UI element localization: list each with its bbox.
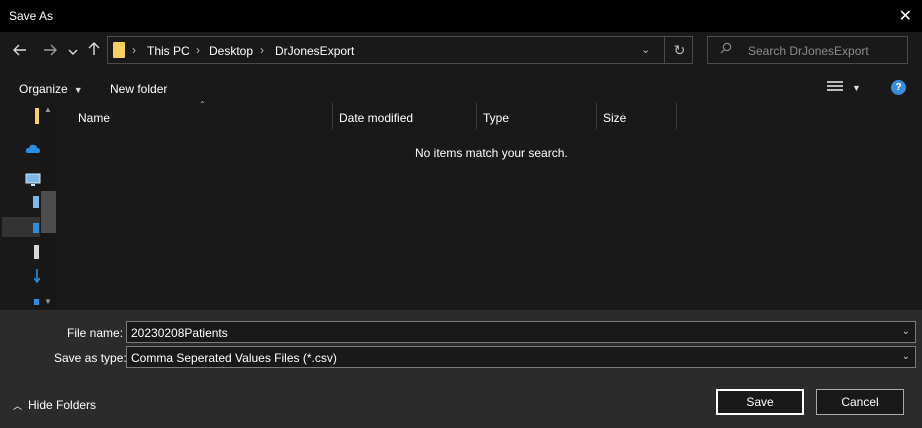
arrow-up-icon	[88, 42, 100, 55]
breadcrumb-separator-icon[interactable]: ›	[196, 43, 200, 57]
breadcrumb-separator-icon[interactable]: ›	[260, 43, 264, 57]
save-as-type-value: Comma Seperated Values Files (*.csv)	[131, 351, 337, 365]
nav-scrollbar-thumb[interactable]	[41, 191, 56, 233]
chevron-up-icon: ︿	[13, 401, 23, 411]
search-icon	[720, 42, 732, 57]
column-divider[interactable]	[596, 103, 597, 129]
file-name-value: 20230208Patients	[131, 326, 228, 340]
title-bar: Save As ✕	[0, 0, 922, 32]
empty-message: No items match your search.	[415, 146, 568, 160]
file-name-label: File name:	[67, 326, 124, 340]
window-title: Save As	[9, 9, 54, 23]
sort-ascending-icon: ⌃	[199, 100, 206, 109]
this-pc-icon[interactable]	[25, 173, 41, 190]
scroll-down-icon[interactable]: ▼	[44, 297, 52, 306]
organize-label: Organize	[19, 82, 68, 96]
chevron-down-icon	[68, 49, 78, 55]
search-box[interactable]: Search DrJonesExport	[707, 36, 908, 64]
navigation-pane[interactable]: ▲ ▼	[0, 103, 58, 309]
up-button[interactable]	[88, 42, 100, 59]
column-header-size[interactable]: Size	[603, 111, 626, 125]
address-bar[interactable]: › This PC › Desktop › DrJonesExport ⌄ ↻	[107, 36, 693, 64]
folder-icon	[113, 42, 125, 58]
scroll-up-icon[interactable]: ▲	[44, 105, 52, 114]
breadcrumb-separator-icon[interactable]: ›	[132, 43, 136, 57]
address-dropdown-icon[interactable]: ⌄	[641, 43, 650, 56]
documents-icon[interactable]	[34, 245, 39, 259]
breadcrumb-desktop[interactable]: Desktop	[209, 44, 253, 58]
view-dropdown-arrow-icon[interactable]: ▼	[852, 83, 861, 93]
column-header-name[interactable]: Name	[78, 111, 110, 125]
save-as-type-label: Save as type:	[54, 351, 127, 365]
back-button[interactable]	[13, 43, 27, 60]
downloads-icon[interactable]	[33, 269, 41, 286]
file-list[interactable]: ⌃ Name Date modified Type Size No items …	[60, 100, 922, 309]
arrow-right-icon	[44, 44, 57, 56]
onedrive-icon[interactable]	[25, 143, 41, 157]
help-icon[interactable]: ?	[891, 80, 906, 95]
command-bar: Organize ▼ New folder	[0, 74, 922, 102]
column-divider[interactable]	[332, 103, 333, 129]
search-placeholder: Search DrJonesExport	[748, 44, 869, 58]
breadcrumb-this-pc[interactable]: This PC	[147, 44, 190, 58]
desktop-icon[interactable]	[33, 223, 39, 233]
dropdown-arrow-icon: ▼	[73, 85, 83, 95]
file-name-input[interactable]: 20230208Patients ⌄	[126, 321, 916, 343]
view-options-icon[interactable]	[827, 79, 843, 93]
save-as-type-select[interactable]: Comma Seperated Values Files (*.csv) ⌄	[126, 346, 916, 368]
hide-folders-button[interactable]: ︿ Hide Folders	[13, 398, 96, 412]
column-divider[interactable]	[676, 103, 677, 129]
hide-folders-label: Hide Folders	[28, 398, 97, 412]
breadcrumb-drjonesexport[interactable]: DrJonesExport	[275, 44, 354, 58]
quick-access-folder-icon[interactable]	[35, 108, 39, 124]
close-icon[interactable]: ✕	[899, 6, 912, 26]
new-folder-button[interactable]: New folder	[110, 82, 167, 96]
refresh-icon[interactable]: ↻	[664, 37, 694, 63]
3d-objects-icon[interactable]	[33, 196, 39, 208]
arrow-left-icon	[13, 44, 26, 56]
column-divider[interactable]	[476, 103, 477, 129]
chevron-down-icon[interactable]: ⌄	[902, 326, 910, 337]
recent-locations-button[interactable]	[68, 45, 78, 59]
chevron-down-icon[interactable]: ⌄	[902, 351, 910, 362]
save-button[interactable]: Save	[716, 389, 804, 415]
save-form: File name: 20230208Patients ⌄ Save as ty…	[0, 310, 922, 428]
music-icon[interactable]	[34, 299, 39, 305]
column-header-date-modified[interactable]: Date modified	[339, 111, 413, 125]
organize-button[interactable]: Organize ▼	[19, 82, 83, 96]
cancel-button[interactable]: Cancel	[816, 389, 904, 415]
column-header-type[interactable]: Type	[483, 111, 509, 125]
forward-button[interactable]	[43, 43, 57, 60]
